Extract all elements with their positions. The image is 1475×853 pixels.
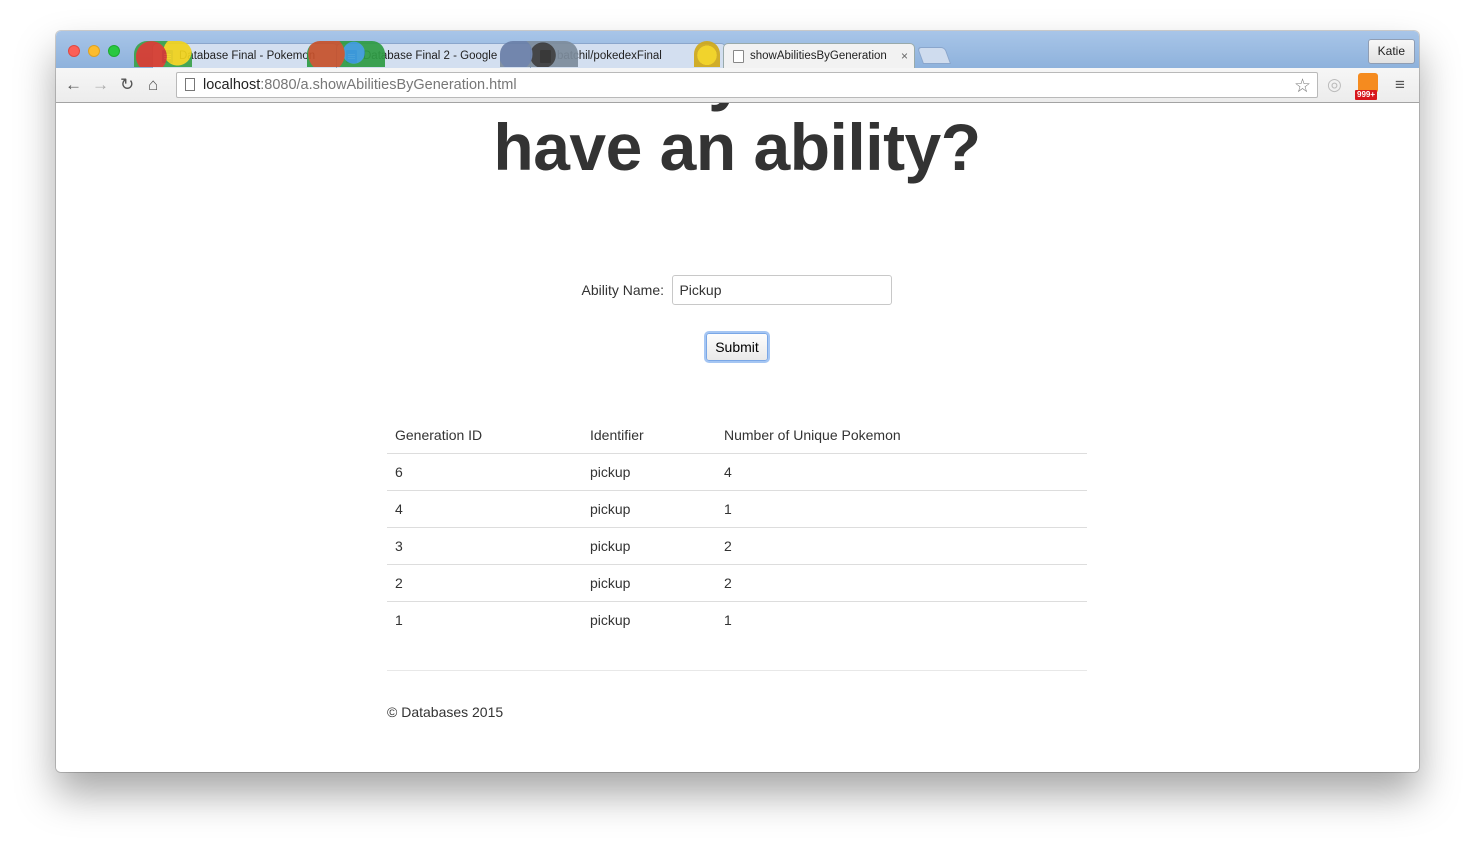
new-tab-button[interactable]: [916, 47, 952, 64]
table-row: 1 pickup 1: [387, 600, 1087, 638]
column-header: Number of Unique Pokemon: [716, 418, 1087, 454]
tab-image-overlay: [694, 41, 720, 67]
submit-button[interactable]: Submit: [706, 333, 768, 361]
generation-id-cell: 1: [387, 600, 582, 638]
tab-show-abilities[interactable]: showAbilitiesByGeneration ×: [723, 43, 915, 68]
generation-id-cell: 4: [387, 489, 582, 527]
identifier-cell: pickup: [590, 463, 631, 480]
extension-icon[interactable]: ◎: [1327, 76, 1342, 94]
ability-name-input[interactable]: [672, 275, 893, 305]
url-text: localhost:8080/a.showAbilitiesByGenerati…: [203, 77, 517, 93]
footer-text: © Databases 2015: [387, 704, 504, 720]
tab-image-overlay: [134, 41, 192, 67]
count-cell: 2: [716, 526, 1087, 564]
bookmark-star-icon[interactable]: ☆: [1294, 75, 1311, 98]
forward-arrow-icon[interactable]: →: [92, 76, 109, 94]
identifier-cell: pickup: [582, 489, 716, 527]
page-content: How many Pokemon have an ability? Abilit…: [56, 103, 1419, 772]
count-cell: 1: [716, 489, 1087, 527]
generation-id-cell: 2: [387, 563, 582, 601]
table-row: 3 pickup 2: [387, 526, 1087, 564]
tab-image-overlay: [307, 41, 385, 67]
identifier-cell: pickup: [582, 563, 716, 601]
ability-form: Ability Name:: [387, 275, 1087, 305]
browser-toolbar: ← → ↻ ⌂ localhost:8080/a.showAbilitiesBy…: [56, 68, 1419, 103]
generation-id-cell: 6: [395, 463, 403, 480]
column-header: Generation ID: [387, 418, 582, 454]
count-cell: 1: [716, 600, 1087, 638]
page-icon: [185, 78, 195, 91]
submit-row: Submit: [387, 333, 1087, 361]
count-cell: 4: [724, 463, 732, 480]
identifier-cell: pickup: [582, 600, 716, 638]
rss-badge: 999+: [1355, 90, 1378, 100]
table-row: 2 pickup 2: [387, 563, 1087, 601]
url-host: localhost: [203, 77, 261, 93]
tab-image-overlay: [500, 41, 578, 67]
count-cell: 2: [716, 563, 1087, 601]
profile-button[interactable]: Katie: [1367, 39, 1415, 64]
url-path: :8080/a.showAbilitiesByGeneration.html: [260, 77, 517, 93]
window-maximize-button[interactable]: [108, 45, 120, 57]
home-icon[interactable]: ⌂: [148, 76, 158, 94]
window-minimize-button[interactable]: [88, 45, 100, 57]
results-table: Generation ID Identifier Number of Uniqu…: [387, 418, 1087, 638]
table-row: 4 pickup 1: [387, 489, 1087, 527]
page-title: How many Pokemon have an ability?: [418, 103, 1056, 184]
address-bar[interactable]: localhost:8080/a.showAbilitiesByGenerati…: [176, 72, 1318, 98]
identifier-cell: pickup: [582, 526, 716, 564]
tab-strip: Database Final - Pokemon Database Final …: [56, 31, 1419, 68]
menu-icon[interactable]: ≡: [1395, 76, 1405, 94]
reload-icon[interactable]: ↻: [120, 76, 134, 94]
table-row: 6 pickup 4: [387, 453, 1087, 490]
generation-id-cell: 3: [387, 526, 582, 564]
back-arrow-icon[interactable]: ←: [65, 76, 82, 94]
table-header-row: Generation ID Identifier Number of Uniqu…: [387, 418, 1087, 454]
footer-divider: [387, 670, 1087, 671]
tab-close-icon[interactable]: ×: [901, 44, 908, 68]
page-icon: [733, 50, 744, 63]
browser-window: Database Final - Pokemon Database Final …: [56, 31, 1419, 772]
column-header: Identifier: [582, 418, 716, 454]
window-close-button[interactable]: [68, 45, 80, 57]
ability-name-label: Ability Name:: [581, 282, 664, 298]
